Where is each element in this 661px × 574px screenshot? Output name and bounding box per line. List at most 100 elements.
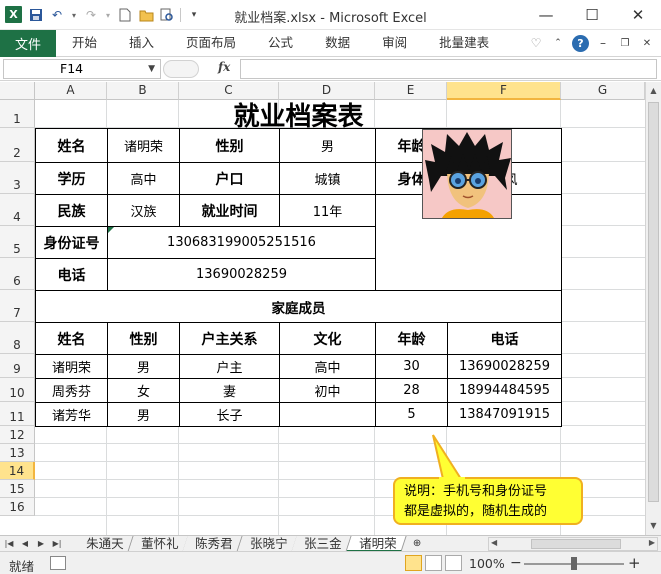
maximize-button[interactable]: ☐ [569, 0, 615, 30]
worksheet-grid[interactable]: A B C D E F G 1 2 3 4 5 6 7 8 9 10 11 12 13 14 15 16 就业档案表 姓名 诸明荣… [0, 82, 645, 535]
name-box[interactable]: F14 ▼ [3, 59, 161, 79]
label-cell[interactable]: 性别 [179, 128, 280, 163]
page-break-view-icon[interactable] [445, 555, 462, 571]
row-header[interactable]: 1 [0, 100, 35, 128]
label-cell[interactable]: 身份证号 [35, 226, 108, 259]
heart-icon[interactable]: ♡ [528, 34, 544, 52]
table-cell[interactable]: 13847091915 [447, 402, 562, 427]
sheet-tab[interactable]: 张晓宁 [236, 536, 297, 552]
table-cell[interactable]: 长子 [179, 402, 280, 427]
table-cell[interactable]: 妻 [179, 378, 280, 403]
table-cell[interactable]: 18994484595 [447, 378, 562, 403]
select-all-corner[interactable] [0, 82, 35, 100]
column-header[interactable]: B [107, 82, 179, 100]
row-header[interactable]: 11 [0, 402, 35, 426]
ribbon-tab[interactable]: 插入 [113, 30, 170, 57]
table-cell[interactable]: 男 [107, 402, 180, 427]
formula-input[interactable] [240, 59, 657, 79]
row-header[interactable]: 4 [0, 194, 35, 226]
vertical-scrollbar[interactable]: ▲ ▼ [645, 82, 661, 535]
page-layout-view-icon[interactable] [425, 555, 442, 571]
table-header-cell[interactable]: 电话 [447, 322, 562, 355]
macro-record-icon[interactable] [50, 556, 66, 570]
customize-toolbar-icon[interactable]: ▾ [186, 7, 202, 23]
column-header[interactable]: A [35, 82, 107, 100]
scroll-down-icon[interactable]: ▼ [646, 518, 661, 534]
table-header-cell[interactable]: 性别 [107, 322, 180, 355]
table-cell[interactable]: 诸芳华 [35, 402, 108, 427]
open-folder-icon[interactable] [138, 7, 154, 23]
table-cell[interactable]: 28 [375, 378, 448, 403]
column-header[interactable]: E [375, 82, 447, 100]
value-cell[interactable]: 11年 [279, 194, 376, 227]
column-header[interactable]: F [447, 82, 561, 100]
insert-function-icon[interactable]: fx [218, 60, 230, 74]
avatar[interactable] [422, 129, 512, 219]
value-cell[interactable]: 诸明荣 [107, 128, 180, 163]
table-cell[interactable]: 30 [375, 354, 448, 379]
ribbon-tab[interactable]: 开始 [56, 30, 113, 57]
window-restore-icon[interactable]: ❐ [617, 34, 633, 52]
row-header[interactable]: 5 [0, 226, 35, 258]
value-cell[interactable]: 城镇 [279, 162, 376, 195]
close-button[interactable]: ✕ [615, 0, 661, 30]
value-cell[interactable]: 男 [279, 128, 376, 163]
insert-sheet-icon[interactable]: ⊕ [407, 536, 427, 551]
zoom-slider-knob[interactable] [571, 557, 577, 570]
table-header-cell[interactable]: 文化 [279, 322, 376, 355]
table-header-cell[interactable]: 姓名 [35, 322, 108, 355]
window-close-icon[interactable]: ✕ [639, 34, 655, 52]
minimize-ribbon-icon[interactable]: ⌃ [550, 34, 566, 52]
row-header[interactable]: 3 [0, 162, 35, 194]
scroll-left-icon[interactable]: ◀ [491, 538, 497, 547]
horizontal-scrollbar[interactable]: ◀ ▶ [488, 537, 658, 551]
redo-icon[interactable]: ↷ [83, 7, 99, 23]
value-cell[interactable]: 13690028259 [107, 258, 376, 291]
table-cell[interactable]: 高中 [279, 354, 376, 379]
table-cell[interactable]: 户主 [179, 354, 280, 379]
row-header[interactable]: 13 [0, 444, 35, 462]
scroll-right-icon[interactable]: ▶ [649, 538, 655, 547]
window-minimize-icon[interactable]: – [595, 34, 611, 52]
normal-view-icon[interactable] [405, 555, 422, 571]
label-cell[interactable]: 就业时间 [179, 194, 280, 227]
horizontal-scroll-thumb[interactable] [531, 539, 621, 549]
value-cell[interactable]: 130683199005251516 [107, 226, 376, 259]
row-header[interactable]: 6 [0, 258, 35, 290]
row-header[interactable]: 2 [0, 128, 35, 162]
row-header[interactable]: 10 [0, 378, 35, 402]
table-cell[interactable]: 周秀芬 [35, 378, 108, 403]
help-icon[interactable]: ? [572, 34, 589, 52]
next-sheet-icon[interactable]: ▶ [34, 536, 48, 551]
chevron-down-icon[interactable]: ▼ [148, 60, 155, 78]
column-header[interactable]: G [561, 82, 645, 100]
ribbon-tab[interactable]: 审阅 [366, 30, 423, 57]
file-tab[interactable]: 文件 [0, 30, 56, 57]
table-cell[interactable]: 诸明荣 [35, 354, 108, 379]
label-cell[interactable]: 学历 [35, 162, 108, 195]
save-icon[interactable] [28, 7, 44, 23]
row-header[interactable]: 15 [0, 480, 35, 498]
row-header[interactable]: 8 [0, 322, 35, 354]
row-header[interactable]: 14 [0, 462, 35, 480]
ribbon-tab[interactable]: 批量建表 [423, 30, 505, 57]
scroll-up-icon[interactable]: ▲ [646, 83, 661, 99]
first-sheet-icon[interactable]: |◀ [2, 536, 16, 551]
label-cell[interactable]: 户口 [179, 162, 280, 195]
vertical-scroll-thumb[interactable] [648, 102, 659, 502]
table-header-cell[interactable]: 年龄 [375, 322, 448, 355]
sheet-tab[interactable]: 朱通天 [73, 536, 134, 552]
redo-dropdown-icon[interactable]: ▾ [104, 7, 112, 23]
label-cell[interactable]: 电话 [35, 258, 108, 291]
section-title[interactable]: 家庭成员 [35, 290, 562, 323]
new-document-icon[interactable] [117, 7, 133, 23]
sheet-tab[interactable]: 董怀礼 [127, 536, 188, 552]
print-preview-icon[interactable] [159, 7, 175, 23]
label-cell[interactable]: 姓名 [35, 128, 108, 163]
sheet-tab[interactable]: 张三金 [291, 536, 352, 552]
table-cell[interactable]: 13690028259 [447, 354, 562, 379]
row-header[interactable]: 9 [0, 354, 35, 378]
table-header-cell[interactable]: 户主关系 [179, 322, 280, 355]
last-sheet-icon[interactable]: ▶| [50, 536, 64, 551]
zoom-in-icon[interactable]: + [628, 554, 641, 572]
